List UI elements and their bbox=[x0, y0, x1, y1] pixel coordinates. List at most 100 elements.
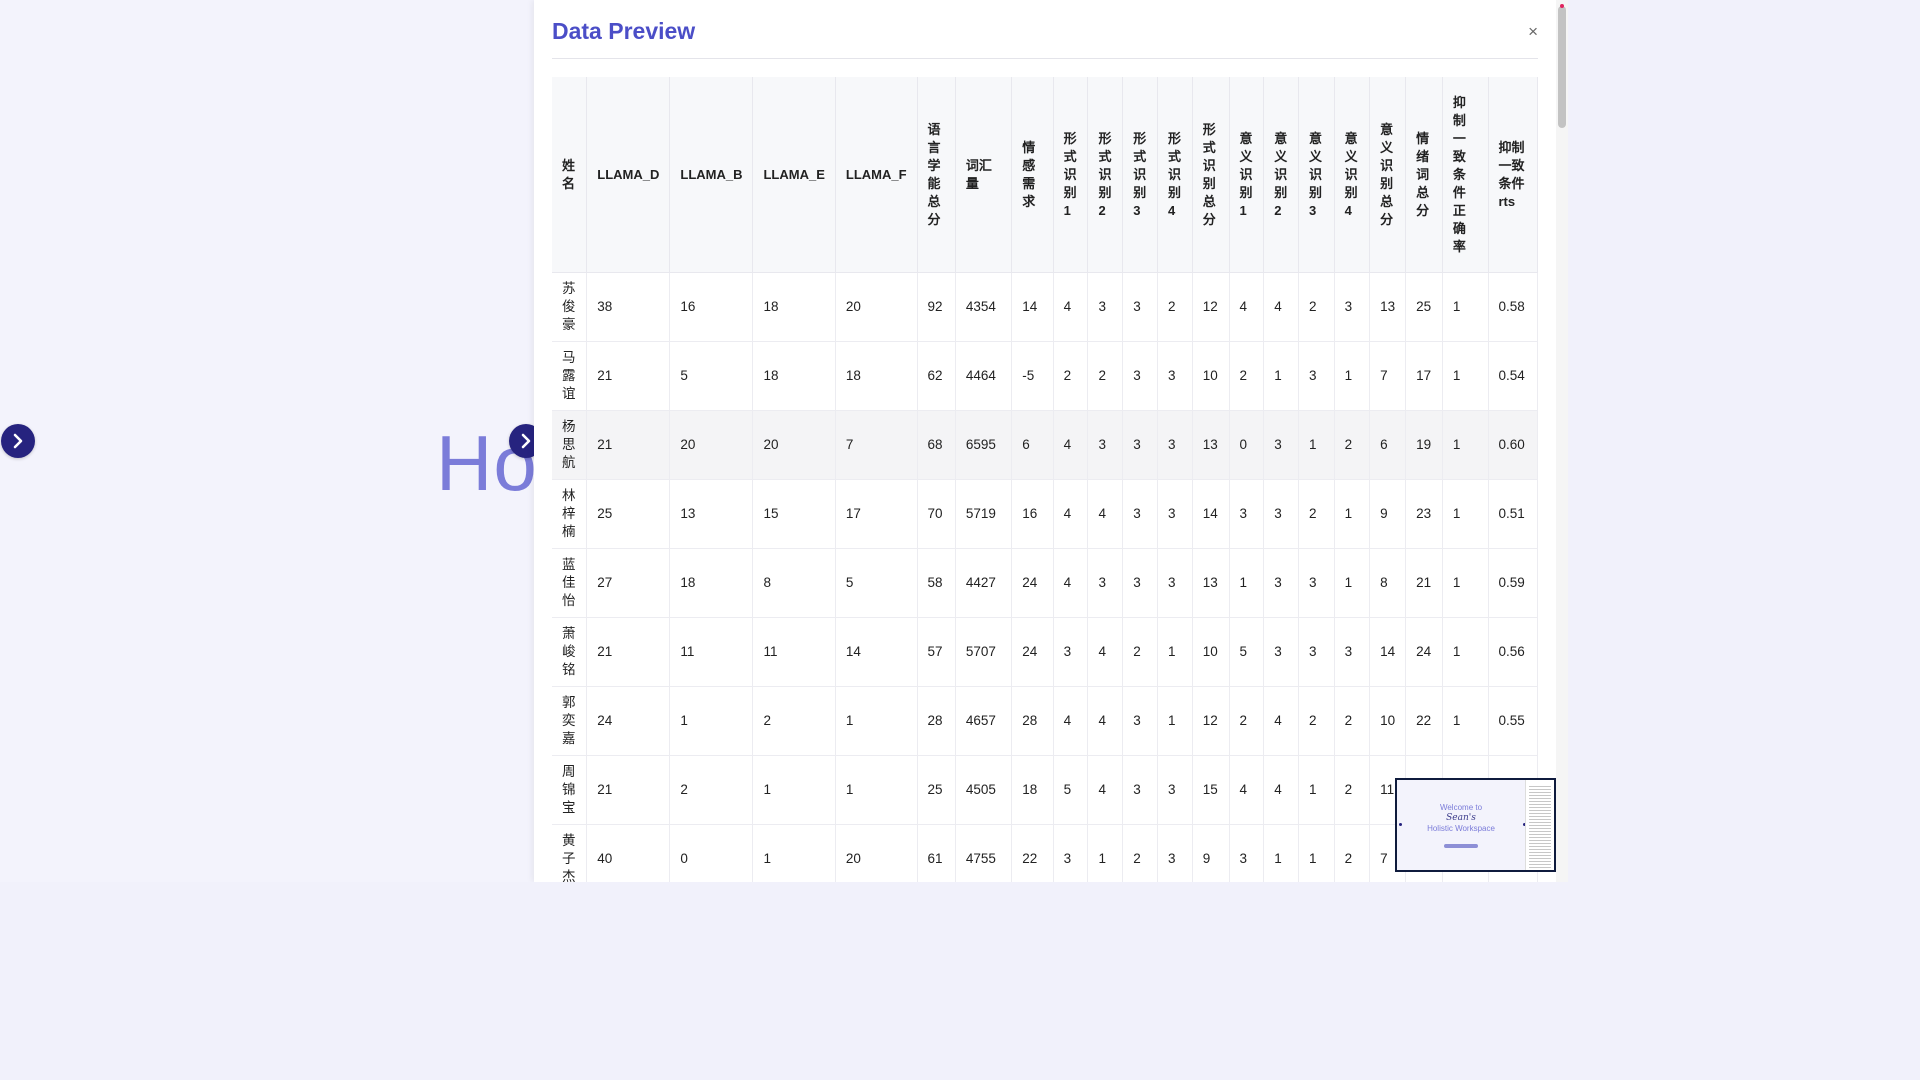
column-header[interactable]: 意义识别1 bbox=[1229, 77, 1265, 273]
column-header[interactable]: 形式识别2 bbox=[1087, 77, 1124, 273]
scrollbar-track[interactable] bbox=[1556, 0, 1568, 882]
table-cell: 40 bbox=[586, 824, 671, 882]
table-cell: 3 bbox=[1334, 617, 1371, 687]
minimap-row bbox=[1529, 834, 1551, 835]
table-row[interactable]: 萧峻铭 21 11 11 14 57 5707 24 3 4 2 1 10 5 3 3 3 14 24 1 0.56 bbox=[552, 617, 1538, 687]
data-table-container[interactable]: 姓名 LLAMA_D LLAMA_B LLAMA_E LLAMA_F 语言学能总… bbox=[552, 77, 1538, 882]
table-cell: 1 bbox=[1334, 548, 1371, 618]
table-cell: 1 bbox=[669, 686, 754, 756]
table-cell: 10 bbox=[1192, 617, 1230, 687]
minimap-nav-dot bbox=[1399, 823, 1402, 826]
table-cell: 2 bbox=[752, 686, 836, 756]
table-cell: 2 bbox=[1053, 341, 1089, 411]
table-row[interactable]: 黄子杰 40 0 1 20 61 4755 22 3 1 2 3 9 3 1 1 2 7 bbox=[552, 824, 1538, 882]
table-row[interactable]: 周锦宝 21 2 1 1 25 4505 18 5 4 3 3 15 4 4 1 2 11 bbox=[552, 755, 1538, 825]
table-cell: 24 bbox=[1011, 548, 1054, 618]
table-cell: 4 bbox=[1263, 755, 1300, 825]
table-cell: 0.55 bbox=[1488, 686, 1538, 756]
table-cell: 5707 bbox=[955, 617, 1013, 687]
table-cell: 3 bbox=[1053, 617, 1089, 687]
table-cell: 3 bbox=[1157, 341, 1193, 411]
table-cell: 28 bbox=[917, 686, 956, 756]
table-cell: 1 bbox=[1157, 686, 1193, 756]
column-header[interactable]: 意义识别总分 bbox=[1369, 77, 1407, 273]
table-cell: 4 bbox=[1053, 686, 1089, 756]
table-cell: 20 bbox=[835, 272, 918, 342]
table-cell: 4464 bbox=[955, 341, 1013, 411]
table-cell: -5 bbox=[1011, 341, 1054, 411]
table-cell: 0.56 bbox=[1488, 617, 1538, 687]
table-cell: 2 bbox=[1334, 824, 1371, 882]
table-cell: 7 bbox=[835, 410, 918, 480]
table-cell: 57 bbox=[917, 617, 956, 687]
table-row[interactable]: 苏俊豪 38 16 18 20 92 4354 14 4 3 3 2 12 4 4 2 3 13 25 1 0.58 bbox=[552, 272, 1538, 342]
expand-nav-button[interactable] bbox=[1, 424, 35, 458]
table-cell: 20 bbox=[669, 410, 754, 480]
data-preview-panel: Data Preview × 姓名 LLAMA_D LLAMA_B LLAMA_… bbox=[534, 0, 1556, 882]
table-row[interactable]: 杨思航 21 20 20 7 68 6595 6 4 3 3 3 13 0 3 1 2 6 19 1 0.60 bbox=[552, 410, 1538, 480]
column-header[interactable]: 意义识别3 bbox=[1298, 77, 1335, 273]
table-cell: 28 bbox=[1011, 686, 1054, 756]
table-cell: 3 bbox=[1334, 272, 1371, 342]
name-cell: 林梓楠 bbox=[552, 479, 588, 549]
table-cell: 62 bbox=[917, 341, 956, 411]
column-header[interactable]: LLAMA_D bbox=[586, 77, 671, 273]
table-cell: 0.58 bbox=[1488, 272, 1538, 342]
table-cell: 15 bbox=[752, 479, 836, 549]
column-header[interactable]: LLAMA_B bbox=[669, 77, 754, 273]
column-header[interactable]: 情感需求 bbox=[1011, 77, 1054, 273]
table-cell: 4 bbox=[1087, 686, 1124, 756]
column-header[interactable]: LLAMA_E bbox=[752, 77, 836, 273]
table-cell: 21 bbox=[586, 617, 671, 687]
column-header[interactable]: 词汇量 bbox=[955, 77, 1013, 273]
table-cell: 0.59 bbox=[1488, 548, 1538, 618]
minimap-thumbnail[interactable]: Welcome to Sean's Holistic Workspace bbox=[1395, 778, 1556, 872]
table-cell: 4 bbox=[1053, 410, 1089, 480]
table-cell: 3 bbox=[1122, 686, 1158, 756]
table-cell: 12 bbox=[1192, 686, 1230, 756]
table-cell: 11 bbox=[752, 617, 836, 687]
column-header[interactable]: 意义识别2 bbox=[1263, 77, 1300, 273]
table-cell: 1 bbox=[1298, 755, 1335, 825]
minimap-row bbox=[1529, 828, 1551, 829]
table-cell: 2 bbox=[1229, 686, 1265, 756]
table-row[interactable]: 马露谊 21 5 18 18 62 4464 -5 2 2 3 3 10 2 1 3 1 7 17 1 0.54 bbox=[552, 341, 1538, 411]
table-body: 苏俊豪 38 16 18 20 92 4354 14 4 3 3 2 12 4 4 2 3 13 25 1 0.58 马露… bbox=[552, 272, 1538, 882]
column-header[interactable]: LLAMA_F bbox=[835, 77, 918, 273]
table-cell: 1 bbox=[1263, 341, 1300, 411]
table-cell: 4505 bbox=[955, 755, 1013, 825]
table-cell: 2 bbox=[1122, 824, 1158, 882]
panel-header: Data Preview × bbox=[552, 0, 1538, 59]
minimap-row bbox=[1529, 810, 1551, 811]
table-cell: 4 bbox=[1087, 479, 1124, 549]
table-row[interactable]: 林梓楠 25 13 15 17 70 5719 16 4 4 3 3 14 3 3 2 1 9 23 1 0.51 bbox=[552, 479, 1538, 549]
column-header[interactable]: 姓名 bbox=[552, 77, 588, 273]
table-row[interactable]: 郭奕嘉 24 1 2 1 28 4657 28 4 4 3 1 12 2 4 2 2 10 22 1 0.55 bbox=[552, 686, 1538, 756]
column-header[interactable]: 意义识别4 bbox=[1334, 77, 1371, 273]
table-cell: 3 bbox=[1087, 410, 1124, 480]
table-cell: 21 bbox=[1405, 548, 1443, 618]
table-row[interactable]: 蓝佳怡 27 18 8 5 58 4427 24 4 3 3 3 13 1 3 3 1 8 21 1 0.59 bbox=[552, 548, 1538, 618]
close-icon[interactable]: × bbox=[1528, 22, 1538, 42]
table-cell: 15 bbox=[1192, 755, 1230, 825]
minimap-row bbox=[1529, 798, 1551, 799]
scrollbar-thumb[interactable] bbox=[1558, 6, 1566, 128]
column-header[interactable]: 语言学能总分 bbox=[917, 77, 956, 273]
table-cell: 1 bbox=[1263, 824, 1300, 882]
column-header[interactable]: 情绪词总分 bbox=[1405, 77, 1443, 273]
column-header[interactable]: 抑制一致条件正确率 bbox=[1442, 77, 1489, 273]
column-header[interactable]: 形式识别3 bbox=[1122, 77, 1158, 273]
table-cell: 3 bbox=[1157, 755, 1193, 825]
column-header[interactable]: 形式识别总分 bbox=[1192, 77, 1230, 273]
table-cell: 25 bbox=[1405, 272, 1443, 342]
table-cell: 3 bbox=[1122, 479, 1158, 549]
table-cell: 1 bbox=[1087, 824, 1124, 882]
column-header[interactable]: 形式识别4 bbox=[1157, 77, 1193, 273]
column-header[interactable]: 抑制一致条件rts bbox=[1488, 77, 1538, 273]
name-cell: 周锦宝 bbox=[552, 755, 588, 825]
table-cell: 4 bbox=[1053, 272, 1089, 342]
table-cell: 4 bbox=[1263, 272, 1300, 342]
table-cell: 1 bbox=[1298, 824, 1335, 882]
table-cell: 14 bbox=[1369, 617, 1407, 687]
column-header[interactable]: 形式识别1 bbox=[1053, 77, 1089, 273]
